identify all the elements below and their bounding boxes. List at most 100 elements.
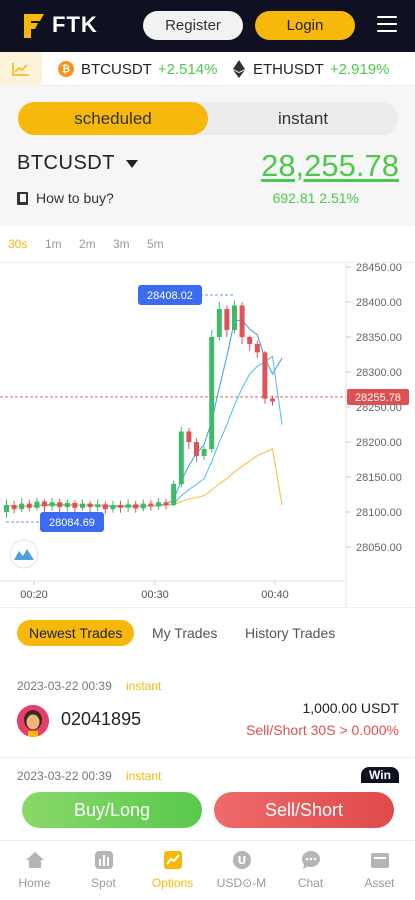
mode-segment: scheduled instant: [18, 102, 398, 135]
win-badge: Win: [361, 767, 399, 783]
low-label: 28084.69: [49, 517, 95, 529]
x-tick-label: 00:20: [20, 589, 48, 601]
high-label: 28408.02: [147, 290, 193, 302]
candle: [72, 502, 78, 508]
candle: [163, 502, 169, 505]
ticker-item-ethusdt[interactable]: ETHUSDT +2.919%: [233, 52, 389, 86]
candle: [232, 305, 237, 330]
nav-label: Spot: [91, 876, 116, 890]
candle: [270, 398, 275, 402]
candle: [148, 503, 154, 507]
candle: [95, 504, 101, 508]
candle: [178, 431, 184, 484]
ticker-change: +2.919%: [329, 60, 390, 78]
bitcoin-icon: ₿: [58, 61, 74, 77]
nav-label: Asset: [364, 876, 395, 890]
ticker-item-btcusdt[interactable]: ₿ BTCUSDT +2.514%: [58, 52, 217, 86]
y-axis: 28450.0028400.0028350.0028300.0028250.00…: [346, 263, 402, 554]
ma-mid-line: [6, 355, 283, 508]
nav-chat[interactable]: Chat: [276, 849, 345, 895]
timeframe-2m[interactable]: 2m: [79, 237, 96, 251]
wallet-icon: [369, 849, 391, 871]
top-bar: FTK Register Login: [0, 0, 415, 52]
nav-usd-m[interactable]: U USD⊙-M: [207, 849, 276, 895]
pair-selector[interactable]: BTCUSDT: [17, 152, 115, 175]
timeframe-1m[interactable]: 1m: [45, 237, 62, 251]
candle: [4, 505, 9, 512]
login-button[interactable]: Login: [255, 11, 355, 40]
candle: [34, 501, 40, 508]
divider: [0, 757, 415, 758]
chart-svg[interactable]: 28450.0028400.0028350.0028300.0028250.00…: [0, 263, 415, 607]
nav-label: Options: [151, 876, 194, 890]
y-tick-label: 28100.00: [356, 507, 402, 519]
candle: [11, 505, 17, 510]
y-tick-label: 28200.00: [356, 437, 402, 449]
ticker-bar: ₿ BTCUSDT +2.514% ETHUSDT +2.919%: [0, 52, 415, 86]
chat-icon: [300, 849, 322, 871]
tab-my-trades[interactable]: My Trades: [152, 620, 217, 646]
tab-scheduled[interactable]: scheduled: [18, 102, 208, 135]
current-price: 28,255.78: [261, 148, 399, 183]
trade-id: 02041895: [61, 709, 142, 729]
tab-newest-trades[interactable]: Newest Trades: [17, 620, 135, 646]
app-root: FTK Register Login ₿ BTCUSDT +2.514% ETH…: [0, 0, 415, 900]
ticker-symbol: BTCUSDT: [81, 60, 152, 78]
avatar: [17, 705, 49, 737]
logo[interactable]: FTK: [20, 10, 98, 40]
candle: [156, 502, 161, 507]
buy-long-button[interactable]: Buy/Long: [22, 792, 202, 828]
timeframe-3m[interactable]: 3m: [113, 237, 130, 251]
candle: [209, 337, 215, 449]
candle: [87, 503, 93, 508]
nav-spot[interactable]: Spot: [69, 849, 138, 895]
y-tick-label: 28450.00: [356, 263, 402, 274]
menu-icon[interactable]: [377, 16, 397, 34]
chart-settings-button: [9, 539, 39, 569]
candle: [118, 505, 123, 508]
timeframe-30s[interactable]: 30s: [8, 237, 27, 251]
nav-home[interactable]: Home: [0, 849, 69, 895]
y-tick-label: 28300.00: [356, 367, 402, 379]
timeframe-tabs: 30s 1m 2m 3m 5m: [0, 226, 415, 263]
tab-instant[interactable]: instant: [208, 102, 398, 135]
bottom-nav: Home Spot Options U USD⊙-M Chat Asset: [0, 840, 415, 900]
register-button[interactable]: Register: [143, 11, 243, 40]
trade-tabs: Newest Trades My Trades History Trades: [0, 607, 415, 657]
usd-m-icon: U: [231, 849, 253, 871]
trade-date: 2023-03-22 00:39: [17, 769, 112, 783]
tab-history-trades[interactable]: History Trades: [245, 620, 335, 646]
y-tick-label: 28400.00: [356, 297, 402, 309]
nav-options[interactable]: Options: [138, 849, 207, 895]
candle: [247, 337, 253, 344]
candle: [80, 503, 85, 508]
caret-down-icon[interactable]: [126, 160, 138, 168]
candle: [64, 502, 70, 508]
nav-label: Chat: [297, 876, 324, 890]
trade-type: instant: [126, 679, 162, 693]
nav-asset[interactable]: Asset: [345, 849, 414, 895]
candle: [57, 502, 63, 508]
candle: [224, 309, 230, 330]
candle: [26, 503, 32, 508]
candle: [186, 431, 192, 442]
chart-toggle-button[interactable]: [0, 52, 42, 86]
x-axis: 00:20 00:30 00:40: [20, 581, 289, 601]
nav-label: USD⊙-M: [216, 876, 267, 890]
candle: [194, 442, 199, 456]
price-chart[interactable]: 28450.00 28400.00 28350.00 28300.00 28250.00…: [0, 263, 415, 607]
how-to-buy-link[interactable]: How to buy?: [17, 190, 114, 206]
line-chart-icon: [12, 63, 29, 76]
ticker-change: +2.514%: [157, 60, 218, 78]
candle: [102, 504, 108, 510]
y-tick-label: 28150.00: [356, 472, 402, 484]
candle: [49, 502, 55, 507]
moving-average-lines: [6, 319, 283, 508]
timeframe-5m[interactable]: 5m: [147, 237, 164, 251]
sell-short-button[interactable]: Sell/Short: [214, 792, 394, 828]
x-tick-label: 00:30: [141, 589, 169, 601]
home-icon: [24, 849, 46, 871]
x-tick-label: 00:40: [261, 589, 289, 601]
how-to-buy-label: How to buy?: [36, 190, 114, 206]
trade-type: instant: [126, 769, 162, 783]
